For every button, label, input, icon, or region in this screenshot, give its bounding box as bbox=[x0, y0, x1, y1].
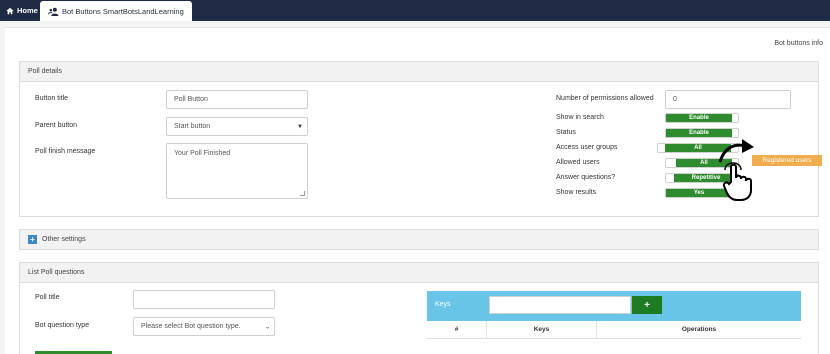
show-in-search-toggle[interactable]: Enable bbox=[665, 113, 739, 123]
parent-button-value: Start button bbox=[174, 123, 211, 130]
permissions-value: 0 bbox=[673, 96, 677, 103]
status-toggle[interactable]: Enable bbox=[665, 128, 739, 138]
poll-title-label: Poll title bbox=[35, 294, 60, 301]
parent-button-select[interactable]: Start button ▼ bbox=[166, 117, 308, 136]
button-title-label: Button title bbox=[35, 95, 69, 102]
button-title-input[interactable]: Poll Button bbox=[166, 90, 308, 109]
tab-bot-buttons[interactable]: Bot Buttons SmartBotsLandLearning bbox=[40, 1, 192, 21]
column-header-keys: Keys bbox=[487, 321, 597, 338]
bot-question-type-value: Please select Bot question type. bbox=[141, 323, 241, 330]
poll-questions-header: List Poll questions bbox=[20, 263, 818, 283]
poll-finish-message-textarea[interactable]: Your Poll Finished bbox=[166, 143, 308, 199]
top-navigation-bar: Home Bot Buttons SmartBotsLandLearning bbox=[0, 0, 830, 21]
permissions-label: Number of permissions allowed bbox=[556, 95, 654, 102]
status-label: Status bbox=[556, 129, 576, 136]
access-user-groups-label: Access user groups bbox=[556, 144, 618, 151]
keys-header: Keys + bbox=[427, 291, 801, 321]
show-in-search-value: Enable bbox=[666, 114, 732, 122]
parent-button-label: Parent button bbox=[35, 122, 78, 129]
keys-label: Keys bbox=[435, 301, 451, 308]
plus-square-icon[interactable]: + bbox=[28, 235, 37, 244]
home-icon bbox=[6, 7, 14, 15]
other-settings-header[interactable]: + Other settings bbox=[20, 230, 818, 249]
column-header-number: # bbox=[427, 321, 487, 338]
poll-details-header: Poll details bbox=[20, 62, 818, 82]
resize-handle-icon[interactable] bbox=[300, 191, 305, 196]
permissions-input[interactable]: 0 bbox=[665, 90, 791, 109]
plus-icon: + bbox=[644, 299, 650, 311]
show-results-label: Show results bbox=[556, 189, 597, 196]
registered-users-option[interactable]: Registered users bbox=[752, 155, 822, 166]
keys-input[interactable] bbox=[489, 296, 631, 314]
caret-down-icon: ▼ bbox=[297, 123, 303, 130]
poll-title-input[interactable] bbox=[133, 290, 275, 309]
chevron-down-icon: ⌄ bbox=[264, 324, 270, 330]
other-settings-title: Other settings bbox=[42, 236, 86, 243]
allowed-users-label: Allowed users bbox=[556, 159, 600, 166]
button-title-value: Poll Button bbox=[174, 96, 208, 103]
pointing-hand-icon bbox=[722, 162, 752, 201]
status-value: Enable bbox=[666, 129, 732, 137]
keys-section: Keys + # Keys Operations bbox=[427, 291, 801, 343]
show-in-search-label: Show in search bbox=[556, 114, 604, 121]
home-tab-label: Home bbox=[17, 6, 38, 15]
bot-question-type-label: Bot question type bbox=[35, 322, 90, 329]
home-tab[interactable]: Home bbox=[0, 0, 44, 21]
bot-buttons-info-link[interactable]: Bot buttons info bbox=[774, 40, 823, 47]
curved-arrow-icon bbox=[718, 139, 754, 163]
add-key-button[interactable]: + bbox=[632, 296, 662, 314]
column-header-operations: Operations bbox=[681, 326, 717, 333]
answer-questions-label: Answer questions? bbox=[556, 174, 616, 181]
other-settings-panel[interactable]: + Other settings bbox=[19, 229, 819, 250]
bot-question-type-select[interactable]: Please select Bot question type. ⌄ bbox=[133, 317, 275, 336]
users-icon bbox=[48, 7, 59, 16]
tab-label: Bot Buttons SmartBotsLandLearning bbox=[62, 6, 184, 16]
poll-finish-message-value: Your Poll Finished bbox=[174, 150, 231, 157]
poll-finish-message-label: Poll finish message bbox=[35, 148, 96, 155]
keys-table-header: # Keys Operations bbox=[427, 321, 801, 339]
